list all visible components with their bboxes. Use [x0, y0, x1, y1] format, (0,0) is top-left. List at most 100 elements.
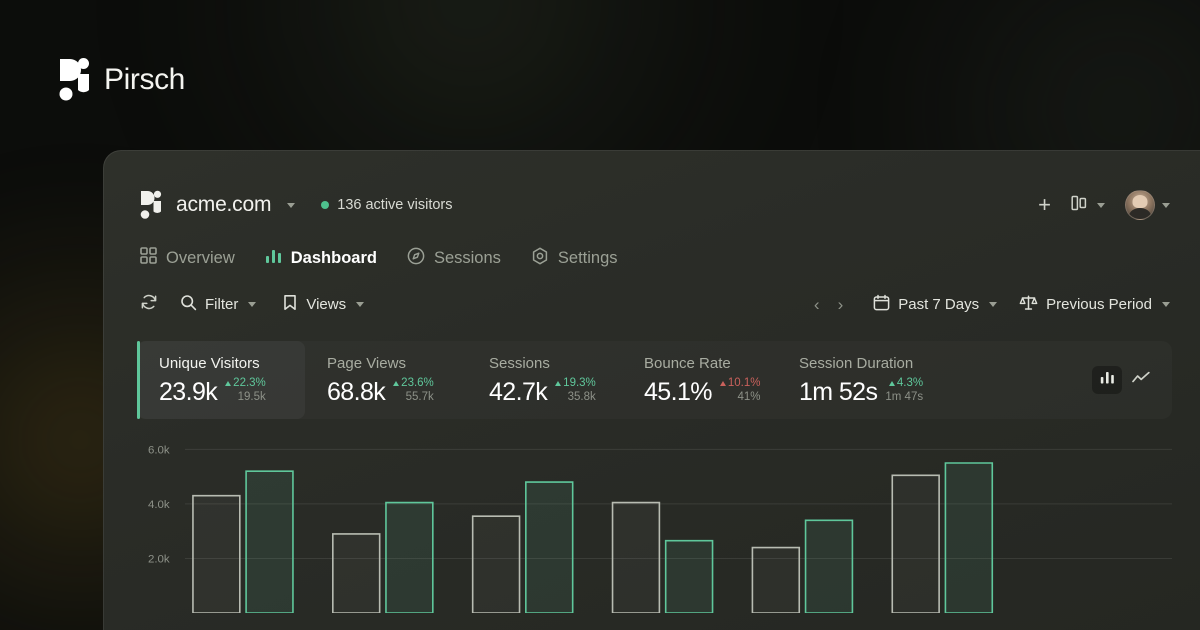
chevron-down-icon [989, 302, 997, 307]
chevron-down-icon [356, 302, 364, 307]
metric-previous: 35.8k [568, 391, 596, 405]
brand: Pirsch [58, 57, 185, 103]
metric-value: 42.7k [489, 379, 547, 405]
metrics-strip: Unique Visitors 23.9k 22.3% 19.5k Page V… [137, 341, 1172, 419]
metric-label: Unique Visitors [159, 355, 305, 372]
filter-label: Filter [205, 296, 238, 313]
period-arrows: ‹ › [814, 296, 843, 313]
line-chart-toggle[interactable] [1126, 366, 1156, 394]
chevron-down-icon [1097, 203, 1105, 208]
metric-value: 23.9k [159, 379, 217, 405]
filter-button[interactable]: Filter [180, 294, 256, 315]
metric-label: Bounce Rate [644, 355, 777, 372]
metric-value: 68.8k [327, 379, 385, 405]
metric-card-session-duration[interactable]: Session Duration 1m 52s 4.3% 1m 47s [777, 341, 957, 419]
scales-compare-icon [1019, 294, 1038, 315]
chart-type-toggles [1092, 366, 1172, 394]
chevron-down-icon [1162, 203, 1170, 208]
views-button[interactable]: Views [282, 294, 364, 315]
nav-label: Overview [166, 249, 235, 268]
svg-text:6.0k: 6.0k [148, 444, 170, 456]
svg-text:4.0k: 4.0k [148, 499, 170, 511]
arrow-up-icon [555, 381, 561, 386]
metric-previous: 55.7k [406, 391, 434, 405]
hexagon-gear-icon [531, 247, 549, 270]
toolbar-right: ‹ › Past 7 Days [814, 294, 1170, 315]
bookmark-icon [282, 294, 298, 315]
metric-previous: 1m 47s [885, 391, 923, 405]
next-period-button[interactable]: › [838, 296, 844, 313]
page-root: Pirsch acme.com 136 active visi [0, 0, 1200, 630]
columns-layout-button[interactable] [1071, 194, 1105, 217]
sidebar-item-overview[interactable]: Overview [140, 247, 235, 269]
app-panel: acme.com 136 active visitors + [103, 150, 1200, 630]
site-selector[interactable]: acme.com [140, 190, 295, 220]
panel-header: acme.com 136 active visitors + [104, 177, 1200, 233]
date-range-button[interactable]: Past 7 Days [873, 294, 997, 315]
arrow-up-icon [889, 381, 895, 386]
views-label: Views [306, 296, 346, 313]
site-name: acme.com [176, 193, 271, 217]
metric-delta: 22.3% [225, 377, 266, 391]
calendar-icon [873, 294, 890, 315]
metric-label: Sessions [489, 355, 622, 372]
pirsch-logo-icon [58, 57, 90, 103]
refresh-button[interactable] [140, 293, 158, 315]
sidebar-item-sessions[interactable]: Sessions [407, 247, 501, 270]
metric-delta: 4.3% [889, 377, 923, 391]
metric-card-bounce-rate[interactable]: Bounce Rate 45.1% 10.1% 41% [622, 341, 777, 419]
refresh-icon [140, 293, 158, 315]
active-visitors-label: 136 active visitors [337, 197, 452, 213]
comparison-label: Previous Period [1046, 296, 1152, 313]
metric-delta-value: 22.3% [233, 377, 266, 391]
metric-card-sessions[interactable]: Sessions 42.7k 19.3% 35.8k [467, 341, 622, 419]
pirsch-mark-icon [140, 190, 162, 220]
metric-card-page-views[interactable]: Page Views 68.8k 23.6% 55.7k [305, 341, 467, 419]
comparison-button[interactable]: Previous Period [1019, 294, 1170, 315]
active-visitors: 136 active visitors [321, 197, 452, 213]
bar-chart-icon [265, 247, 282, 269]
arrow-up-icon [393, 381, 399, 386]
arrow-up-icon [720, 381, 726, 386]
add-button[interactable]: + [1038, 194, 1051, 216]
compass-icon [407, 247, 425, 270]
live-dot-icon [321, 201, 329, 209]
grid-icon [140, 247, 157, 269]
arrow-up-icon [225, 381, 231, 386]
bar-chart-icon [1100, 370, 1115, 390]
brand-name: Pirsch [104, 63, 185, 97]
metric-delta-value: 10.1% [728, 377, 761, 391]
line-chart-icon [1132, 371, 1150, 390]
chevron-down-icon [287, 203, 295, 208]
nav-label: Dashboard [291, 249, 377, 268]
metric-delta-value: 23.6% [401, 377, 434, 391]
search-icon [180, 294, 197, 315]
avatar [1125, 190, 1155, 220]
sidebar-item-dashboard[interactable]: Dashboard [265, 247, 377, 269]
chevron-down-icon [1162, 302, 1170, 307]
main-nav: Overview Dashboard [104, 243, 1200, 273]
metric-value: 1m 52s [799, 379, 877, 405]
metric-label: Page Views [327, 355, 467, 372]
account-menu-button[interactable] [1125, 190, 1170, 220]
metric-card-unique-visitors[interactable]: Unique Visitors 23.9k 22.3% 19.5k [137, 341, 305, 419]
metric-delta: 19.3% [555, 377, 596, 391]
columns-layout-icon [1071, 194, 1090, 217]
metric-previous: 41% [737, 391, 760, 405]
chevron-down-icon [248, 302, 256, 307]
svg-text:2.0k: 2.0k [148, 553, 170, 565]
metric-previous: 19.5k [238, 391, 266, 405]
metric-delta: 10.1% [720, 377, 761, 391]
bar-chart-toggle[interactable] [1092, 366, 1122, 394]
sidebar-item-settings[interactable]: Settings [531, 247, 618, 270]
nav-label: Settings [558, 249, 618, 268]
metric-label: Session Duration [799, 355, 957, 372]
visitors-bar-chart: 2.0k 4.0k 6.0k [137, 433, 1172, 613]
header-actions: + [1038, 190, 1170, 220]
toolbar: Filter Views ‹ › [104, 289, 1200, 319]
date-range-label: Past 7 Days [898, 296, 979, 313]
nav-label: Sessions [434, 249, 501, 268]
metric-value: 45.1% [644, 379, 712, 405]
metric-delta-value: 19.3% [563, 377, 596, 391]
prev-period-button[interactable]: ‹ [814, 296, 820, 313]
